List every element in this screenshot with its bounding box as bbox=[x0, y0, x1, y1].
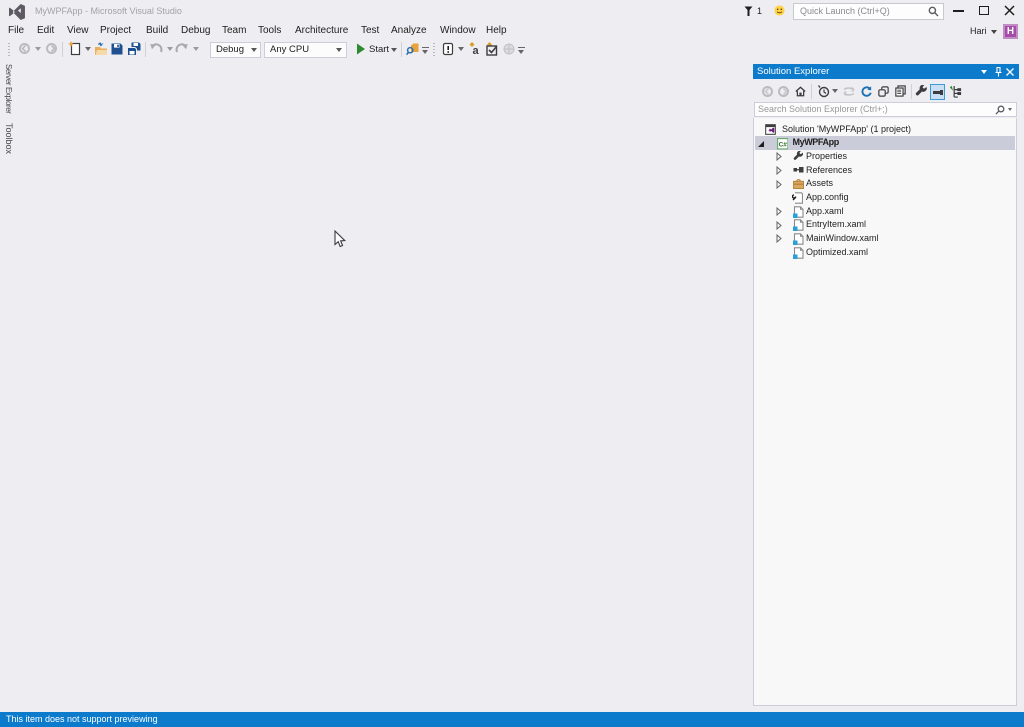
svg-text:C#: C# bbox=[778, 141, 787, 148]
svg-text:a: a bbox=[473, 45, 480, 56]
